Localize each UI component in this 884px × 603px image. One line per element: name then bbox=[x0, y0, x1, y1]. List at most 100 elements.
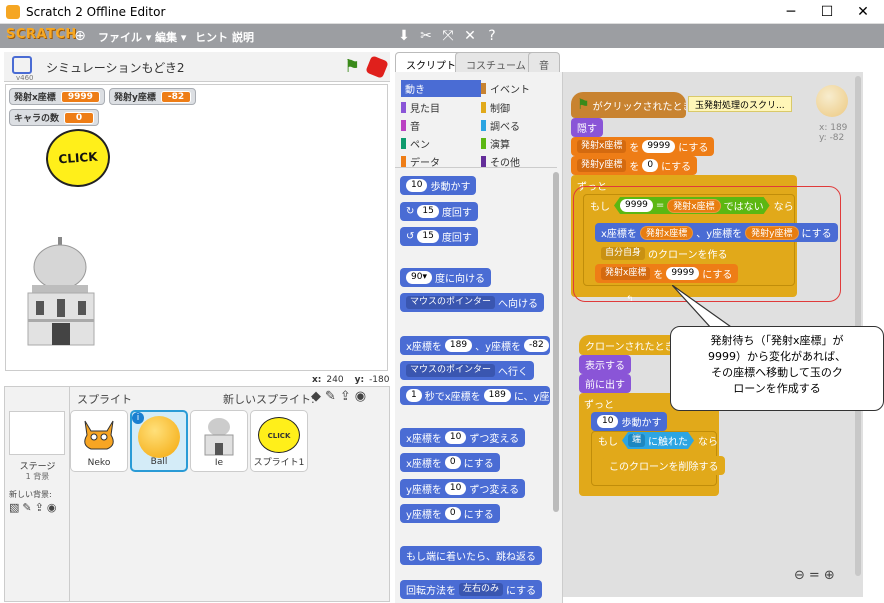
info-icon[interactable]: i bbox=[132, 412, 144, 424]
green-flag-icon: ⚑ bbox=[577, 97, 590, 113]
forever-2-label: ずっと bbox=[584, 400, 614, 411]
block-turn-right[interactable]: ↻ 15 度回す bbox=[400, 202, 478, 221]
block-when-cloned[interactable]: クローンされたとき bbox=[579, 335, 681, 355]
cat-icon bbox=[84, 420, 114, 450]
block-when-flag-clicked[interactable]: ⚑ がクリックされたとき bbox=[571, 92, 686, 118]
category-pen[interactable]: ペン bbox=[401, 136, 481, 151]
backdrop-tools-icon[interactable]: ▧✎⇪◉ bbox=[9, 501, 59, 514]
new-sprite-tools-icon[interactable]: ◆✎⇪◉ bbox=[311, 389, 370, 404]
sprite-x-readout: x: 189 bbox=[819, 123, 848, 133]
sprite-thumb-click[interactable]: CLICK スプライト1 bbox=[250, 410, 308, 472]
current-sprite-preview bbox=[816, 85, 848, 117]
ball-icon bbox=[138, 416, 180, 458]
block-move-10[interactable]: 10 歩動かす bbox=[591, 412, 668, 431]
project-title-input[interactable]: シミュレーションもどき2 bbox=[46, 59, 185, 76]
category-operators[interactable]: 演算 bbox=[481, 136, 559, 151]
block-palette: 動き イベント 見た目 制御 音 調べる ペン 演算 データ その他 10 歩動か… bbox=[395, 72, 563, 603]
category-events[interactable]: イベント bbox=[481, 80, 559, 97]
building-icon bbox=[204, 418, 234, 456]
block-set-shot-y[interactable]: 発射y座標を 0 にする bbox=[571, 156, 698, 175]
sprite-thumb-ball[interactable]: i Ball bbox=[130, 410, 188, 472]
tab-sounds[interactable]: 音 bbox=[528, 52, 560, 72]
block-delete-clone[interactable]: このクローンを削除する bbox=[603, 456, 725, 475]
stop-icon[interactable] bbox=[365, 55, 389, 79]
block-touching[interactable]: 端に触れた bbox=[622, 432, 694, 449]
block-move-steps[interactable]: 10 歩動かす bbox=[400, 176, 477, 195]
menu-edit[interactable]: 編集 ▾ bbox=[155, 29, 186, 45]
category-sound[interactable]: 音 bbox=[401, 118, 481, 133]
minimize-button[interactable]: ─ bbox=[776, 2, 806, 22]
zoom-reset-icon[interactable]: = bbox=[809, 568, 820, 583]
fullscreen-icon[interactable] bbox=[12, 56, 32, 74]
mouse-coords: x: 240 y: -180 bbox=[312, 375, 390, 385]
category-motion[interactable]: 動き bbox=[401, 80, 481, 97]
block-glide[interactable]: 1秒でx座標を189に、y座標を bbox=[400, 386, 550, 405]
monitor-shot-y: 発射y座標 -82 bbox=[109, 88, 197, 105]
palette-scrollbar[interactable] bbox=[553, 172, 559, 512]
click-sprite[interactable]: CLICK bbox=[44, 126, 112, 190]
scratch-logo[interactable]: SCRATCH bbox=[6, 27, 76, 45]
zoom-out-icon[interactable]: ⊖ bbox=[794, 568, 805, 583]
version-label: v460 bbox=[16, 74, 34, 82]
block-change-y[interactable]: y座標を 10 ずつ変える bbox=[400, 479, 526, 498]
block-set-x[interactable]: x座標を 0 にする bbox=[400, 453, 500, 472]
maximize-button[interactable]: ☐ bbox=[812, 2, 842, 22]
sprite-y-readout: y: -82 bbox=[819, 133, 845, 143]
bubble-tail bbox=[672, 285, 736, 330]
block-turn-left[interactable]: ↺ 15 度回す bbox=[400, 227, 478, 246]
menu-about[interactable]: 説明 bbox=[232, 29, 254, 45]
script-comment[interactable]: 玉発射処理のスクリ... bbox=[688, 96, 792, 112]
turn-left-icon: ↺ bbox=[406, 231, 415, 242]
block-point-direction[interactable]: 90▾ 度に向ける bbox=[400, 268, 491, 287]
shrink-icon[interactable]: ✕ bbox=[462, 28, 478, 44]
delete-scissors-icon[interactable]: ✂ bbox=[418, 28, 434, 44]
block-goto-target[interactable]: マウスのポインター へ行く bbox=[400, 361, 535, 380]
stage-canvas[interactable]: 発射x座標 9999 発射y座標 -82 キャラの数 0 CLICK bbox=[5, 84, 388, 371]
grow-icon[interactable]: ⤧ bbox=[440, 28, 456, 44]
duplicate-stamp-icon[interactable]: ⬇ bbox=[396, 28, 412, 44]
block-set-shot-x[interactable]: 発射x座標を 9999 にする bbox=[571, 137, 715, 156]
zoom-controls: ⊖ = ⊕ bbox=[794, 568, 835, 583]
new-sprite-label: 新しいスプライト: bbox=[223, 393, 315, 406]
tab-costumes[interactable]: コスチューム bbox=[455, 52, 537, 72]
menu-hint[interactable]: ヒント bbox=[195, 29, 228, 45]
category-looks[interactable]: 見た目 bbox=[401, 100, 481, 115]
block-rotation-style[interactable]: 回転方法を 左右のみ にする bbox=[400, 580, 543, 599]
category-list: 動き イベント 見た目 制御 音 調べる ペン 演算 データ その他 bbox=[401, 80, 559, 169]
menu-bar: SCRATCH ⊕ ファイル ▾ 編集 ▾ ヒント 説明 ⬇ ✂ ⤧ ✕ ? bbox=[0, 24, 884, 48]
stage-thumbnail[interactable] bbox=[9, 411, 65, 455]
help-icon[interactable]: ? bbox=[484, 28, 500, 44]
block-hide[interactable]: 隠す bbox=[571, 118, 603, 137]
stage-header: v460 シミュレーションもどき2 ⚑ bbox=[4, 52, 390, 82]
window-title: Scratch 2 Offline Editor bbox=[26, 5, 166, 19]
turn-right-icon: ↻ bbox=[406, 206, 415, 217]
block-show[interactable]: 表示する bbox=[579, 355, 631, 374]
annotation-bubble: 発射待ち（「発射x座標」が 9999）から変化があれば、 その座標へ移動して玉の… bbox=[670, 326, 884, 411]
backdrop-count: 1 背景 bbox=[25, 472, 50, 481]
category-control[interactable]: 制御 bbox=[481, 100, 559, 115]
building-sprite[interactable] bbox=[20, 235, 102, 347]
globe-icon[interactable]: ⊕ bbox=[72, 28, 88, 44]
zoom-in-icon[interactable]: ⊕ bbox=[824, 568, 835, 583]
sprite-thumb-ie[interactable]: Ie bbox=[190, 410, 248, 472]
close-button[interactable]: ✕ bbox=[848, 2, 878, 22]
monitor-chara-count: キャラの数 0 bbox=[9, 109, 100, 126]
block-point-towards[interactable]: マウスのポインター へ向ける bbox=[400, 293, 545, 312]
if-touching-header: もし 端に触れた なら bbox=[592, 431, 724, 450]
sprites-header: スプライト bbox=[77, 393, 132, 406]
title-bar: Scratch 2 Offline Editor ─ ☐ ✕ bbox=[0, 0, 884, 24]
new-backdrop-label: 新しい背景: bbox=[9, 490, 52, 499]
menu-file[interactable]: ファイル ▾ bbox=[98, 29, 151, 45]
monitor-shot-x: 発射x座標 9999 bbox=[9, 88, 105, 105]
app-icon bbox=[6, 5, 20, 19]
block-goto-xy[interactable]: x座標を189、y座標を-82にす bbox=[400, 336, 550, 355]
block-change-x[interactable]: x座標を 10 ずつ変える bbox=[400, 428, 526, 447]
sprite-thumb-neko[interactable]: Neko bbox=[70, 410, 128, 472]
category-sensing[interactable]: 調べる bbox=[481, 118, 559, 133]
block-bounce[interactable]: もし端に着いたら、跳ね返る bbox=[400, 546, 542, 565]
green-flag-icon[interactable]: ⚑ bbox=[344, 56, 360, 77]
block-set-y[interactable]: y座標を 0 にする bbox=[400, 504, 500, 523]
block-go-front[interactable]: 前に出す bbox=[579, 374, 631, 393]
click-icon: CLICK bbox=[258, 417, 300, 453]
stage-column: ステージ 1 背景 新しい背景: ▧✎⇪◉ bbox=[5, 387, 70, 601]
